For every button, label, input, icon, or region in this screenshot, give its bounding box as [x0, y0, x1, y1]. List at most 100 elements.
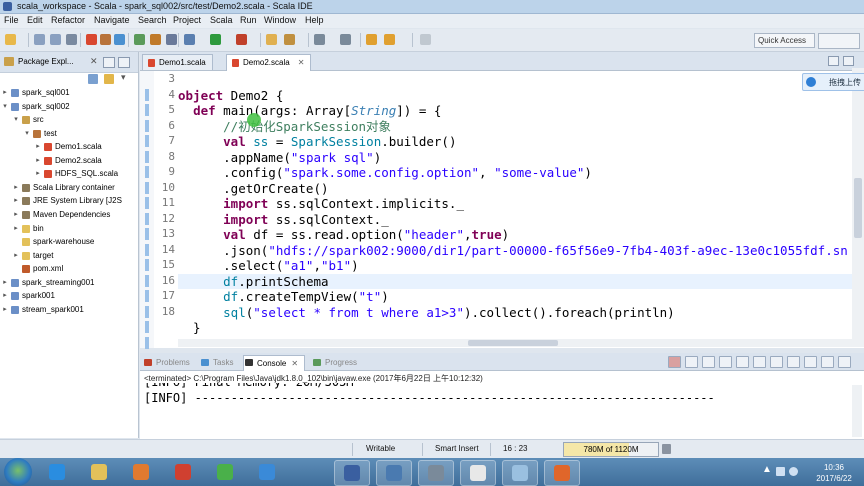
tree-item[interactable]: ▸ spark_streaming001: [0, 276, 138, 289]
tree-item[interactable]: ▾ test: [0, 127, 138, 140]
tree-item[interactable]: pom.xml: [0, 262, 138, 275]
tab-demo1-scala[interactable]: Demo1.scala: [142, 54, 213, 70]
code-line[interactable]: val df = ss.read.option("header",true): [178, 227, 509, 243]
menu-run[interactable]: Run: [240, 15, 257, 25]
code-line[interactable]: df.createTempView("t"): [178, 289, 389, 305]
clear-console-icon[interactable]: [719, 356, 732, 368]
editor-vertical-scrollbar[interactable]: [852, 68, 864, 346]
tray-arrow-icon[interactable]: ▲: [762, 464, 772, 475]
taskbar-media-player[interactable]: [124, 460, 158, 484]
code-line[interactable]: .select("a1","b1"): [178, 258, 359, 274]
editor-horizontal-scrollbar[interactable]: [178, 339, 864, 347]
forward-icon[interactable]: [384, 34, 395, 45]
taskbar-eclipse[interactable]: [460, 460, 496, 486]
code-area[interactable]: object Demo2 { def main(args: Array[Stri…: [178, 71, 864, 348]
code-line[interactable]: sql("select * from t where a1>3").collec…: [178, 305, 675, 321]
tree-item[interactable]: ▸ target: [0, 249, 138, 262]
menu-refactor[interactable]: Refactor: [51, 15, 85, 25]
tree-expand-icon[interactable]: ▾: [23, 127, 31, 140]
tree-expand-icon[interactable]: ▸: [12, 249, 20, 262]
menu-scala[interactable]: Scala: [210, 15, 233, 25]
tree-expand-icon[interactable]: ▾: [12, 113, 20, 126]
annotation-icon[interactable]: [314, 34, 325, 45]
new-package-icon[interactable]: [100, 34, 111, 45]
start-button[interactable]: [4, 458, 32, 486]
menu-project[interactable]: Project: [173, 15, 201, 25]
tree-expand-icon[interactable]: ▸: [12, 194, 20, 207]
maximize-icon[interactable]: [118, 57, 130, 68]
close-icon[interactable]: ✕: [90, 56, 98, 67]
tree-item[interactable]: ▸ spark001: [0, 289, 138, 302]
tab-tasks[interactable]: Tasks: [200, 356, 233, 369]
tree-item[interactable]: ▸ Maven Dependencies: [0, 208, 138, 221]
tree-expand-icon[interactable]: ▸: [1, 276, 9, 289]
trash-icon[interactable]: [662, 444, 671, 454]
word-wrap-icon[interactable]: [753, 356, 766, 368]
taskbar-remote-desktop[interactable]: [376, 460, 412, 486]
tab-progress[interactable]: Progress: [312, 356, 357, 369]
code-line[interactable]: }: [178, 320, 201, 336]
save-icon[interactable]: [34, 34, 45, 45]
tree-expand-icon[interactable]: ▾: [1, 100, 9, 113]
code-line[interactable]: //初始化SparkSession对象: [178, 119, 391, 135]
code-line[interactable]: object Demo2 {: [178, 88, 283, 104]
tree-item[interactable]: ▾ spark_sql002: [0, 100, 138, 113]
tree-item[interactable]: ▸ Scala Library container: [0, 181, 138, 194]
scroll-lock-icon[interactable]: [736, 356, 749, 368]
tree-item[interactable]: ▸ stream_spark001: [0, 303, 138, 316]
menu-edit[interactable]: Edit: [27, 15, 43, 25]
maximize-icon[interactable]: [838, 356, 851, 368]
link-with-editor-icon[interactable]: [104, 74, 114, 84]
tree-expand-icon[interactable]: ▸: [34, 167, 42, 180]
volume-icon[interactable]: [789, 467, 798, 476]
taskbar-baidu-cloud[interactable]: [250, 460, 284, 484]
tree-item[interactable]: ▸ spark_sql001: [0, 86, 138, 99]
remove-all-icon[interactable]: [702, 356, 715, 368]
quick-access-field[interactable]: Quick Access: [754, 33, 815, 48]
code-line[interactable]: import ss.sqlContext._: [178, 212, 389, 228]
display-console-icon[interactable]: [787, 356, 800, 368]
run-external-icon[interactable]: [236, 34, 247, 45]
tree-expand-icon[interactable]: ▸: [12, 208, 20, 221]
open-type-icon[interactable]: [134, 34, 145, 45]
tree-expand-icon[interactable]: ▸: [34, 140, 42, 153]
tree-expand-icon[interactable]: ▸: [34, 154, 42, 167]
remove-launch-icon[interactable]: [685, 356, 698, 368]
tab-console[interactable]: Console ✕: [243, 355, 306, 371]
code-line[interactable]: .getOrCreate(): [178, 181, 328, 197]
minimize-icon[interactable]: [821, 356, 834, 368]
menu-window[interactable]: Window: [264, 15, 296, 25]
code-line[interactable]: def main(args: Array[String]) = {: [178, 103, 441, 119]
network-icon[interactable]: [776, 467, 785, 476]
perspective-switcher[interactable]: [818, 33, 860, 49]
heap-status[interactable]: 780M of 1120M: [563, 442, 659, 457]
new-icon[interactable]: [5, 34, 16, 45]
minimize-icon[interactable]: [103, 57, 115, 68]
taskbar-notepad[interactable]: [502, 460, 538, 486]
tab-demo2-scala[interactable]: Demo2.scala ✕: [226, 54, 312, 71]
next-annotation-icon[interactable]: [340, 34, 351, 45]
menu-search[interactable]: Search: [138, 15, 167, 25]
back-icon[interactable]: [366, 34, 377, 45]
console-output[interactable]: [INFO] Final Memory: 20M/305M [INFO] ----…: [140, 383, 850, 439]
debug-icon[interactable]: [184, 34, 195, 45]
open-folder-icon[interactable]: [266, 34, 277, 45]
tab-problems[interactable]: Problems: [143, 356, 190, 369]
menu-file[interactable]: File: [4, 15, 19, 25]
code-line[interactable]: df.printSchema: [178, 273, 864, 289]
close-tab-icon[interactable]: ✕: [291, 359, 298, 368]
code-line[interactable]: .config("spark.some.config.option", "som…: [178, 165, 592, 181]
pen-icon[interactable]: [284, 34, 295, 45]
taskbar-ie[interactable]: [40, 460, 74, 484]
collapse-all-icon[interactable]: [88, 74, 98, 84]
taskbar-clock[interactable]: 10:36 2017/6/22: [806, 462, 862, 484]
tree-item[interactable]: ▸ JRE System Library [J2S: [0, 194, 138, 207]
tree-item[interactable]: ▾ src: [0, 113, 138, 126]
taskbar-explorer[interactable]: [82, 460, 116, 484]
system-tray[interactable]: ▲: [760, 464, 800, 480]
console-scrollbar[interactable]: [852, 385, 862, 437]
terminate-icon[interactable]: [668, 356, 681, 368]
history-icon[interactable]: [420, 34, 431, 45]
maximize-icon[interactable]: [843, 56, 854, 66]
save-all-icon[interactable]: [50, 34, 61, 45]
